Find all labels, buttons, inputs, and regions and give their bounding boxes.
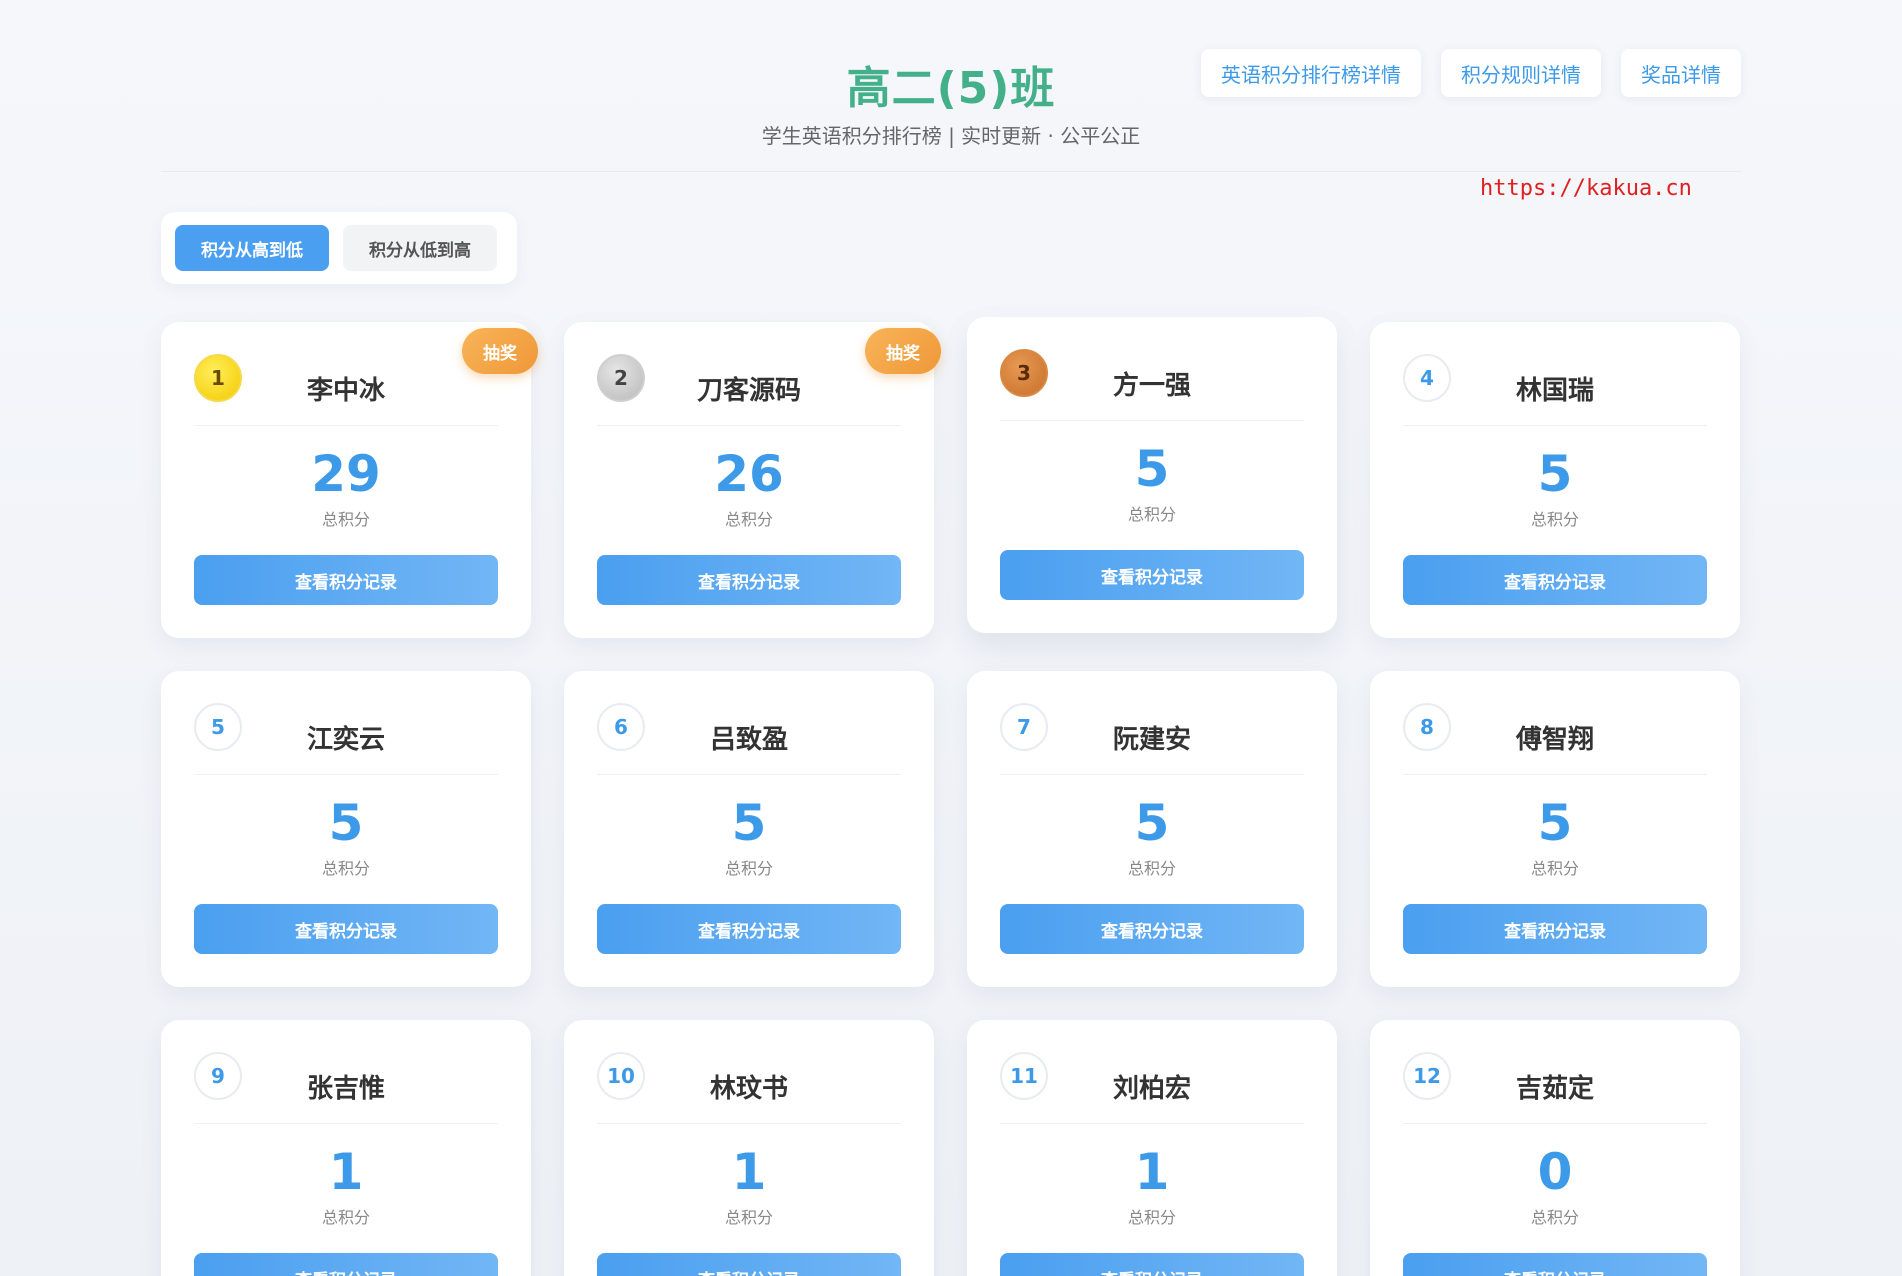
view-score-record-button[interactable]: 查看积分记录 xyxy=(1403,904,1707,954)
sort-toggle: 积分从高到低 积分从低到高 xyxy=(161,212,517,284)
student-name: 吉茹定 xyxy=(1515,1074,1594,1104)
student-name: 刘柏宏 xyxy=(1112,1074,1191,1104)
student-name: 张吉惟 xyxy=(306,1074,385,1104)
student-name: 刀客源码 xyxy=(696,376,801,406)
card-header: 10 林玟书 xyxy=(597,1020,901,1124)
total-score-label: 总积分 xyxy=(1530,1208,1579,1227)
student-name: 吕致盈 xyxy=(709,725,788,755)
view-score-record-button[interactable]: 查看积分记录 xyxy=(1000,1253,1304,1276)
total-score: 26 xyxy=(714,445,784,503)
view-score-record-button[interactable]: 查看积分记录 xyxy=(597,1253,901,1276)
card-header: 2 刀客源码 抽奖 xyxy=(597,322,941,426)
card-header: 11 刘柏宏 xyxy=(1000,1020,1304,1124)
rules-details-button[interactable]: 积分规则详情 xyxy=(1441,49,1601,97)
total-score: 1 xyxy=(731,1143,767,1201)
total-score: 5 xyxy=(328,794,364,852)
student-name: 方一强 xyxy=(1112,371,1191,401)
student-card: 11 刘柏宏 1 总积分 查看积分记录 xyxy=(967,1020,1337,1276)
total-score: 5 xyxy=(1134,794,1170,852)
header: 高二(5)班 学生英语积分排行榜 | 实时更新 · 公平公正 英语积分排行榜详情… xyxy=(161,0,1741,172)
student-card: 7 阮建安 5 总积分 查看积分记录 xyxy=(967,671,1337,987)
student-card: 12 吉茹定 0 总积分 查看积分记录 xyxy=(1370,1020,1740,1276)
watermark-url: https://kakua.cn xyxy=(1480,176,1692,201)
student-card: 1 李中冰 抽奖 29 总积分 查看积分记录 xyxy=(161,322,538,638)
student-name: 傅智翔 xyxy=(1515,725,1594,755)
total-score: 0 xyxy=(1537,1143,1573,1201)
view-score-record-button[interactable]: 查看积分记录 xyxy=(597,904,901,954)
total-score: 5 xyxy=(731,794,767,852)
page: 高二(5)班 学生英语积分排行榜 | 实时更新 · 公平公正 英语积分排行榜详情… xyxy=(0,0,1902,1276)
student-card: 5 江奕云 5 总积分 查看积分记录 xyxy=(161,671,531,987)
student-grid: 1 李中冰 抽奖 29 总积分 查看积分记录 2 刀客源码 抽奖 26 总积分 … xyxy=(161,317,1741,1276)
view-score-record-button[interactable]: 查看积分记录 xyxy=(194,555,498,605)
view-score-record-button[interactable]: 查看积分记录 xyxy=(1000,904,1304,954)
total-score-label: 总积分 xyxy=(724,859,773,878)
total-score-label: 总积分 xyxy=(1530,510,1579,529)
total-score-label: 总积分 xyxy=(321,859,370,878)
total-score: 29 xyxy=(311,445,381,503)
student-name: 阮建安 xyxy=(1112,725,1191,755)
student-card: 3 方一强 5 总积分 查看积分记录 xyxy=(967,317,1337,633)
total-score: 5 xyxy=(1537,445,1573,503)
card-header: 12 吉茹定 xyxy=(1403,1020,1707,1124)
card-header: 6 吕致盈 xyxy=(597,671,901,775)
total-score-label: 总积分 xyxy=(321,1208,370,1227)
lottery-badge[interactable]: 抽奖 xyxy=(865,328,941,374)
total-score-label: 总积分 xyxy=(1127,1208,1176,1227)
student-card: 6 吕致盈 5 总积分 查看积分记录 xyxy=(564,671,934,987)
student-name: 林国瑞 xyxy=(1515,376,1594,406)
view-score-record-button[interactable]: 查看积分记录 xyxy=(194,904,498,954)
total-score-label: 总积分 xyxy=(1127,859,1176,878)
total-score-label: 总积分 xyxy=(1127,505,1176,524)
student-card: 4 林国瑞 5 总积分 查看积分记录 xyxy=(1370,322,1740,638)
sort-desc-button[interactable]: 积分从高到低 xyxy=(175,225,329,271)
total-score: 1 xyxy=(328,1143,364,1201)
top-links: 英语积分排行榜详情 积分规则详情 奖品详情 xyxy=(1201,49,1741,97)
view-score-record-button[interactable]: 查看积分记录 xyxy=(194,1253,498,1276)
total-score-label: 总积分 xyxy=(321,510,370,529)
card-header: 7 阮建安 xyxy=(1000,671,1304,775)
page-subtitle: 学生英语积分排行榜 | 实时更新 · 公平公正 xyxy=(761,124,1141,148)
sort-asc-button[interactable]: 积分从低到高 xyxy=(343,225,497,271)
student-name: 林玟书 xyxy=(709,1074,788,1104)
card-header: 8 傅智翔 xyxy=(1403,671,1707,775)
total-score: 5 xyxy=(1537,794,1573,852)
total-score-label: 总积分 xyxy=(1530,859,1579,878)
lottery-badge[interactable]: 抽奖 xyxy=(462,328,538,374)
card-header: 3 方一强 xyxy=(1000,317,1304,421)
leaderboard-details-button[interactable]: 英语积分排行榜详情 xyxy=(1201,49,1421,97)
view-score-record-button[interactable]: 查看积分记录 xyxy=(1000,550,1304,600)
view-score-record-button[interactable]: 查看积分记录 xyxy=(1403,555,1707,605)
card-header: 1 李中冰 抽奖 xyxy=(194,322,538,426)
total-score: 5 xyxy=(1134,440,1170,498)
prize-details-button[interactable]: 奖品详情 xyxy=(1621,49,1741,97)
student-name: 江奕云 xyxy=(306,725,385,755)
student-card: 9 张吉惟 1 总积分 查看积分记录 xyxy=(161,1020,531,1276)
view-score-record-button[interactable]: 查看积分记录 xyxy=(1403,1253,1707,1276)
student-card: 2 刀客源码 抽奖 26 总积分 查看积分记录 xyxy=(564,322,941,638)
student-card: 8 傅智翔 5 总积分 查看积分记录 xyxy=(1370,671,1740,987)
view-score-record-button[interactable]: 查看积分记录 xyxy=(597,555,901,605)
card-header: 4 林国瑞 xyxy=(1403,322,1707,426)
card-header: 9 张吉惟 xyxy=(194,1020,498,1124)
card-header: 5 江奕云 xyxy=(194,671,498,775)
student-name: 李中冰 xyxy=(306,376,385,406)
total-score: 1 xyxy=(1134,1143,1170,1201)
total-score-label: 总积分 xyxy=(724,510,773,529)
total-score-label: 总积分 xyxy=(724,1208,773,1227)
student-card: 10 林玟书 1 总积分 查看积分记录 xyxy=(564,1020,934,1276)
